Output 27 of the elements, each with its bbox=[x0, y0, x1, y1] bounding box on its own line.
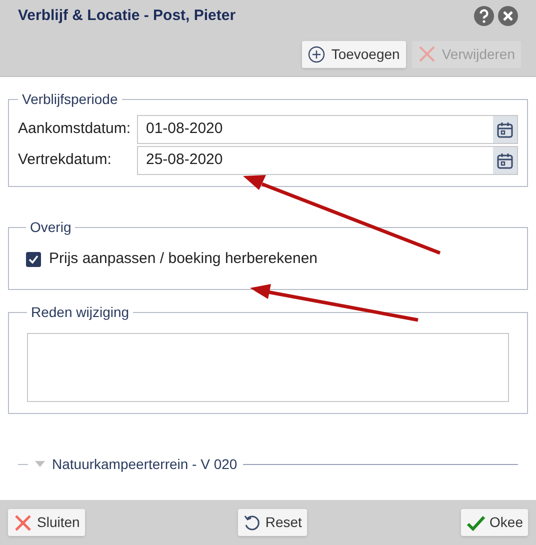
help-icon[interactable] bbox=[474, 6, 494, 26]
close-icon[interactable] bbox=[498, 6, 518, 26]
group-title: Verblijfsperiode bbox=[21, 90, 119, 109]
checkmark-icon bbox=[466, 514, 486, 532]
calendar-icon[interactable] bbox=[496, 120, 514, 138]
reason-field[interactable] bbox=[27, 332, 509, 402]
date-value: 01-08-2020 bbox=[145, 119, 224, 140]
reset-button[interactable]: Reset bbox=[238, 509, 307, 536]
add-button[interactable]: Toevoegen bbox=[302, 40, 406, 68]
section-title[interactable]: Natuurkampeerterrein - V 020 bbox=[52, 454, 238, 474]
field-label: Vertrekdatum: bbox=[18, 150, 112, 170]
checkbox-label: Prijs aanpassen / boeking herberekenen bbox=[49, 249, 318, 269]
close-button[interactable]: Sluiten bbox=[8, 509, 85, 536]
field-label: Aankomstdatum: bbox=[18, 119, 132, 140]
close-icon bbox=[418, 45, 436, 63]
calendar-icon[interactable] bbox=[496, 152, 514, 170]
group-title: Overig bbox=[29, 218, 72, 237]
undo-icon bbox=[243, 514, 262, 532]
plus-icon bbox=[308, 46, 326, 62]
date-value: 25-08-2020 bbox=[145, 150, 224, 170]
date-field[interactable]: 25-08-2020 bbox=[137, 146, 518, 175]
window-title: Verblijf & Locatie - Post, Pieter bbox=[18, 6, 236, 26]
date-field[interactable]: 01-08-2020 bbox=[137, 115, 518, 144]
group-title: Reden wijziging bbox=[30, 302, 130, 322]
close-icon bbox=[13, 512, 33, 532]
checkbox[interactable] bbox=[26, 252, 41, 267]
ok-button[interactable]: Okee bbox=[460, 509, 528, 536]
